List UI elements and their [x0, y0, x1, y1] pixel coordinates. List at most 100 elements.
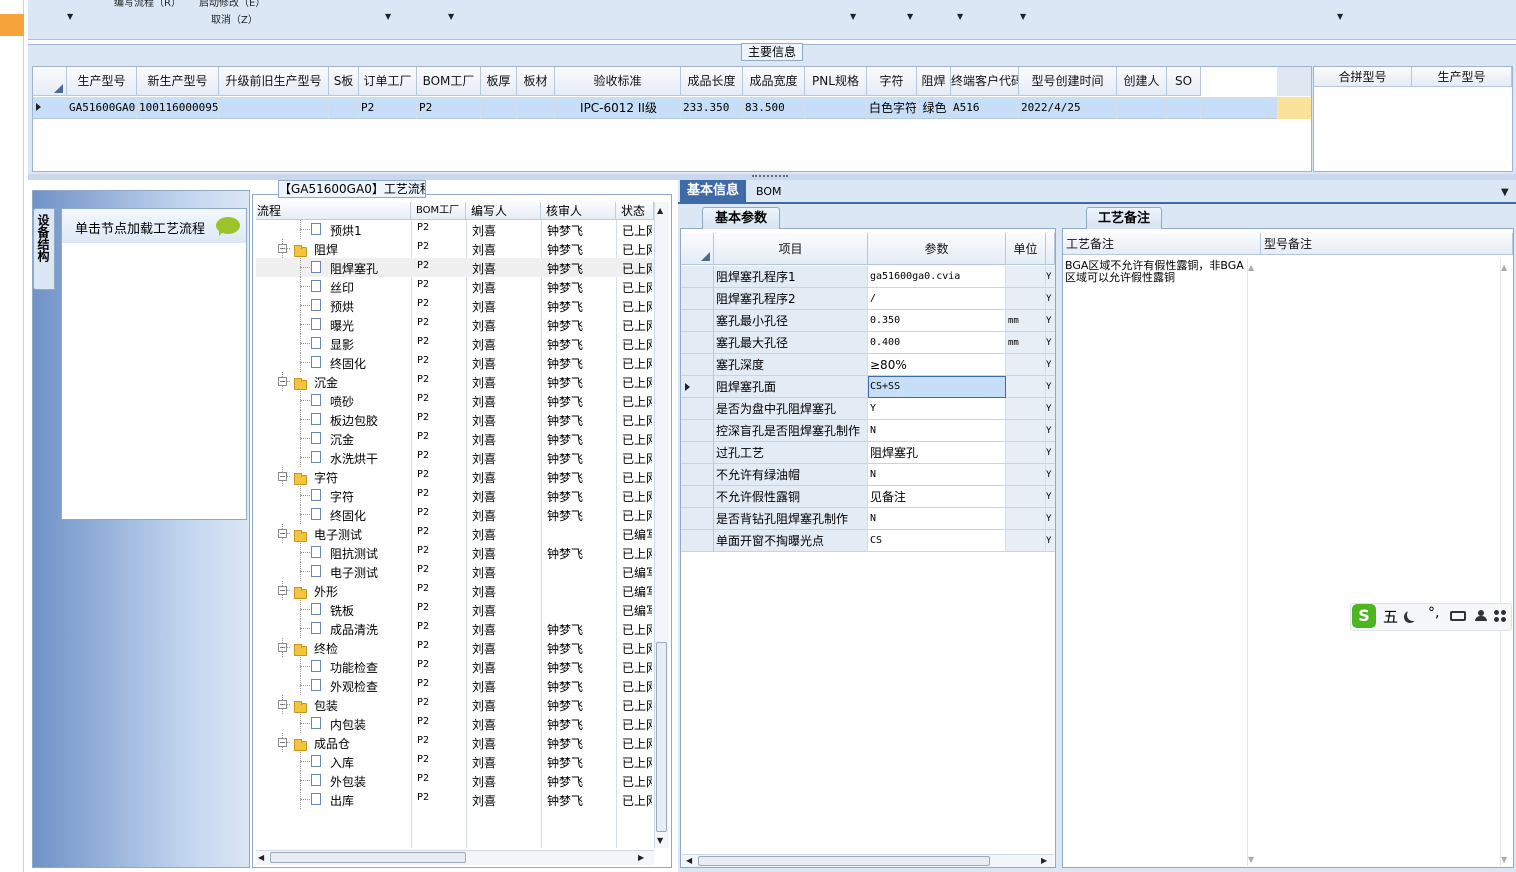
flow-row[interactable]: −阻焊P2刘喜钟梦飞已上网: [256, 239, 654, 258]
param-value-cell[interactable]: /: [868, 288, 1006, 310]
main-col-header[interactable]: BOM工厂: [417, 67, 481, 96]
collapse-toggle-icon[interactable]: −: [278, 738, 287, 747]
main-col-header[interactable]: 终端客户代码: [951, 67, 1019, 96]
scroll-down-icon[interactable]: ▼: [1248, 855, 1254, 864]
row-indicator[interactable]: [681, 310, 714, 332]
scroll-up-icon[interactable]: ▲: [657, 206, 663, 215]
tab-dropdown-icon[interactable]: ▼: [1501, 187, 1509, 198]
params-col-value[interactable]: 参数: [868, 233, 1006, 265]
main-col-header[interactable]: 成品长度: [681, 67, 743, 96]
dropdown-arrow-icon[interactable]: ▼: [907, 12, 913, 21]
main-cell[interactable]: [481, 97, 517, 119]
flow-row[interactable]: 显影P2刘喜钟梦飞已上网: [256, 334, 654, 353]
flow-row[interactable]: −成品仓P2刘喜钟梦飞已上网: [256, 733, 654, 752]
notes-vscroll-2[interactable]: [1500, 258, 1512, 866]
flow-row[interactable]: 字符P2刘喜钟梦飞已上网: [256, 486, 654, 505]
main-col-header[interactable]: 验收标准: [555, 67, 681, 96]
collapse-toggle-icon[interactable]: −: [278, 643, 287, 652]
flow-row[interactable]: −电子测试P2刘喜已编写: [256, 524, 654, 543]
flow-row[interactable]: 沉金P2刘喜钟梦飞已上网: [256, 429, 654, 448]
dropdown-arrow-icon[interactable]: ▼: [1337, 12, 1343, 21]
tab-basic-info[interactable]: 基本信息: [680, 180, 746, 202]
menu-item-edit-flow[interactable]: 编写流程（R）: [114, 0, 181, 9]
tab-process-notes[interactable]: 工艺备注: [1086, 207, 1162, 229]
flow-row[interactable]: 阻抗测试P2刘喜钟梦飞已上网: [256, 543, 654, 562]
notes-col-model[interactable]: 型号备注: [1261, 233, 1513, 255]
flow-row[interactable]: 终固化P2刘喜钟梦飞已上网: [256, 505, 654, 524]
main-col-header[interactable]: 板厚: [481, 67, 517, 96]
params-hscroll-thumb[interactable]: [698, 856, 990, 866]
row-indicator[interactable]: [681, 464, 714, 486]
side-col-merge-model[interactable]: 合拼型号: [1314, 67, 1412, 87]
param-value-cell[interactable]: 见备注: [868, 486, 1006, 508]
param-value-cell[interactable]: ga51600ga0.cvia: [868, 266, 1006, 288]
row-indicator[interactable]: [681, 486, 714, 508]
row-indicator[interactable]: [681, 266, 714, 288]
flow-row[interactable]: 外观检查P2刘喜钟梦飞已上网: [256, 676, 654, 695]
main-col-header[interactable]: S板: [329, 67, 359, 96]
menu-item-cancel[interactable]: 取消（Z）: [211, 11, 258, 26]
main-cell[interactable]: 233.350: [681, 97, 743, 119]
param-value-cell[interactable]: N: [868, 508, 1006, 530]
param-value-cell[interactable]: 0.350: [868, 310, 1006, 332]
main-cell[interactable]: 83.500: [743, 97, 805, 119]
flow-row[interactable]: 水洗烘干P2刘喜钟梦飞已上网: [256, 448, 654, 467]
flow-vscroll-thumb[interactable]: [656, 642, 667, 832]
main-cell[interactable]: GA51600GA0: [67, 97, 137, 119]
grid-icon[interactable]: [1494, 610, 1506, 622]
main-col-header[interactable]: 字符: [867, 67, 917, 96]
param-value-cell[interactable]: N: [868, 464, 1006, 486]
dropdown-arrow-icon[interactable]: ▼: [1020, 12, 1026, 21]
tab-bom[interactable]: BOM: [756, 185, 782, 198]
flow-row[interactable]: −终检P2刘喜钟梦飞已上网: [256, 638, 654, 657]
main-col-header[interactable]: 型号创建时间: [1019, 67, 1117, 96]
flow-col-header[interactable]: 编写人: [466, 202, 541, 220]
main-col-header[interactable]: 生产型号: [67, 67, 137, 96]
main-cell[interactable]: [1167, 97, 1201, 119]
row-indicator[interactable]: [681, 420, 714, 442]
main-col-header[interactable]: 订单工厂: [359, 67, 417, 96]
main-col-header[interactable]: PNL规格: [805, 67, 867, 96]
flow-row[interactable]: −包装P2刘喜钟梦飞已上网: [256, 695, 654, 714]
param-value-cell[interactable]: 0.400: [868, 332, 1006, 354]
main-cell[interactable]: [329, 97, 359, 119]
flow-row[interactable]: 功能检查P2刘喜钟梦飞已上网: [256, 657, 654, 676]
flow-row[interactable]: 丝印P2刘喜钟梦飞已上网: [256, 277, 654, 296]
params-col-item[interactable]: 项目: [714, 233, 868, 265]
param-value-cell[interactable]: N: [868, 420, 1006, 442]
scroll-down-icon[interactable]: ▼: [1501, 855, 1507, 864]
row-indicator[interactable]: [681, 354, 714, 376]
main-cell[interactable]: 2022/4/25: [1019, 97, 1117, 119]
notes-col-process[interactable]: 工艺备注: [1063, 233, 1261, 255]
menu-item-start-modify[interactable]: 启动修改（E）: [199, 0, 265, 9]
flow-hscroll-thumb[interactable]: [270, 852, 466, 863]
dropdown-arrow-icon[interactable]: ▼: [957, 12, 963, 21]
dropdown-arrow-icon[interactable]: ▼: [448, 12, 454, 21]
flow-row[interactable]: 阻焊塞孔P2刘喜钟梦飞已上网: [256, 258, 654, 277]
main-cell[interactable]: 10011600009525: [137, 97, 219, 119]
row-indicator[interactable]: [681, 398, 714, 420]
flow-row[interactable]: −字符P2刘喜钟梦飞已上网: [256, 467, 654, 486]
row-indicator[interactable]: [681, 530, 714, 552]
flow-row[interactable]: −沉金P2刘喜钟梦飞已上网: [256, 372, 654, 391]
main-cell[interactable]: [805, 97, 867, 119]
flow-row[interactable]: 喷砂P2刘喜钟梦飞已上网: [256, 391, 654, 410]
main-col-header[interactable]: 阻焊: [917, 67, 951, 96]
flow-col-header[interactable]: 流程: [256, 202, 411, 220]
main-col-header[interactable]: 新生产型号: [137, 67, 219, 96]
sogou-icon[interactable]: S: [1352, 604, 1376, 628]
flow-col-header[interactable]: 状态: [616, 202, 654, 220]
flow-row[interactable]: 入库P2刘喜钟梦飞已上网: [256, 752, 654, 771]
scroll-up-icon[interactable]: ▲: [1501, 263, 1507, 272]
side-col-prod-model[interactable]: 生产型号: [1412, 67, 1512, 87]
main-col-header[interactable]: SO: [1167, 67, 1201, 96]
flow-tree[interactable]: 预烘1P2刘喜钟梦飞已上网−阻焊P2刘喜钟梦飞已上网阻焊塞孔P2刘喜钟梦飞已上网…: [256, 220, 654, 848]
flow-row[interactable]: 铣板P2刘喜已编写: [256, 600, 654, 619]
flow-row[interactable]: −外形P2刘喜已编写: [256, 581, 654, 600]
main-cell[interactable]: P2: [359, 97, 417, 119]
main-col-header[interactable]: 成品宽度: [743, 67, 805, 96]
flow-row[interactable]: 曝光P2刘喜钟梦飞已上网: [256, 315, 654, 334]
main-cell[interactable]: [1117, 97, 1167, 119]
user-icon[interactable]: [1475, 610, 1487, 622]
collapse-toggle-icon[interactable]: −: [278, 472, 287, 481]
